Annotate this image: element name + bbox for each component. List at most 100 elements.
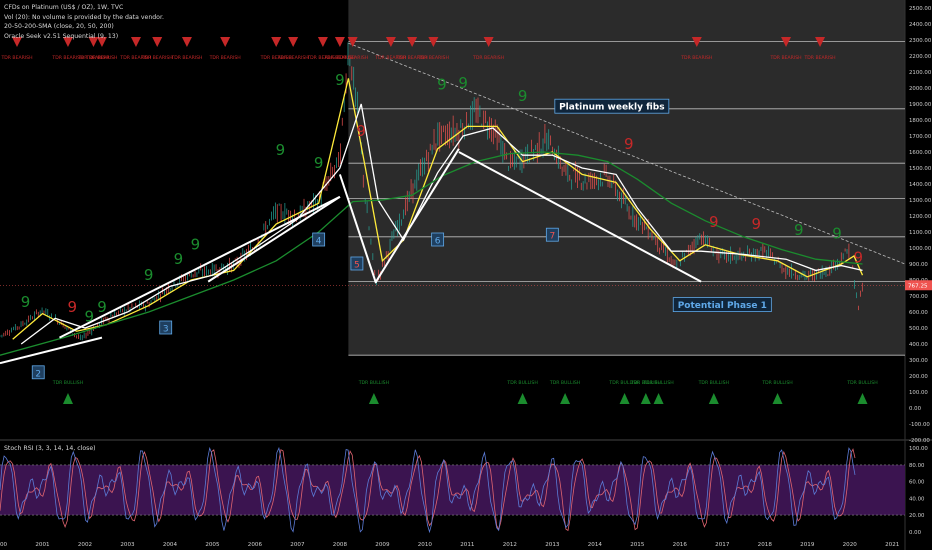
td-bullish-marker	[560, 393, 571, 404]
price-tick-label: 200.00	[909, 374, 928, 380]
price-tick-label: 1600.00	[909, 150, 932, 156]
time-tick-label: 2017	[715, 542, 730, 548]
time-tick-label: 2005	[205, 542, 220, 548]
td-bullish-label: TDR BULLISH	[358, 380, 389, 386]
trend-line-3	[59, 195, 341, 339]
price-tick-label: 1000.00	[909, 246, 932, 252]
rsi-tick-label: 40.00	[909, 496, 925, 502]
sequential-nine: 9	[794, 221, 804, 239]
time-tick-label: 2015	[630, 542, 645, 548]
price-tick-label: 2200.00	[909, 54, 932, 60]
td-bullish-label: TDR BULLISH	[549, 380, 580, 386]
td-bullish-marker	[708, 393, 719, 404]
annotation-potential-phase-1: Potential Phase 1	[678, 301, 767, 311]
price-tick-label: 2000.00	[909, 86, 932, 92]
price-tick-label: 600.00	[909, 310, 928, 316]
chart-root: 2500.00 2400.00 2300.00 2200.00 2100.00 2000.…	[0, 0, 932, 550]
rsi-tick-label: 20.00	[909, 513, 925, 519]
sequential-nine: 9	[67, 298, 77, 316]
time-tick-label: 2006	[248, 542, 263, 548]
rsi-tick-label: 80.00	[909, 463, 925, 469]
legend-sma[interactable]: 20-50-200-SMA (close, 20, 50, 200)	[4, 22, 164, 32]
sequential-nine: 9	[84, 308, 94, 326]
wave-label-2: 2	[35, 369, 41, 379]
sequential-nine: 9	[853, 248, 863, 266]
td-bearish-label: TDR BEARISH	[209, 55, 241, 61]
wave-label-4: 4	[316, 237, 322, 247]
sequential-nine: 9	[437, 76, 447, 94]
price-tick-label: 1100.00	[909, 230, 932, 236]
wave-label-6: 6	[435, 237, 441, 247]
time-tick-label: 2012	[503, 542, 517, 548]
wave-label-7: 7	[549, 232, 555, 242]
time-tick-label: 2000	[0, 542, 8, 548]
price-tick-label: 1800.00	[909, 118, 932, 124]
price-tick-label: 1400.00	[909, 182, 932, 188]
last-price-label: 767.25	[908, 284, 928, 290]
time-tick-label: 2019	[800, 542, 815, 548]
sequential-nine: 9	[624, 135, 634, 153]
legend-symbol[interactable]: CFDs on Platinum (US$ / OZ), 1W, TVC	[4, 3, 164, 13]
time-tick-label: 2021	[885, 542, 900, 548]
price-tick-label: 1200.00	[909, 214, 932, 220]
price-tick-label: 700.00	[909, 294, 928, 300]
td-bearish-label: TDR BEARISH	[680, 55, 712, 61]
td-bullish-label: TDR BULLISH	[642, 380, 673, 386]
td-bullish-label: TDR BULLISH	[698, 380, 729, 386]
stoch-rsi-legend[interactable]: Stoch RSI (3, 3, 14, 14, close)	[4, 445, 96, 452]
sequential-nine: 9	[458, 74, 468, 92]
rsi-tick-label: 0.00	[909, 530, 922, 536]
td-bullish-marker	[640, 393, 651, 404]
wave-label-3: 3	[163, 325, 169, 335]
td-bullish-label: TDR BULLISH	[506, 380, 537, 386]
shaded-region	[348, 0, 905, 356]
time-tick-label: 2003	[120, 542, 135, 548]
sequential-nine: 9	[191, 236, 201, 254]
time-tick-label: 2018	[758, 542, 773, 548]
price-tick-label: 1900.00	[909, 102, 932, 108]
chart-legend: CFDs on Platinum (US$ / OZ), 1W, TVC Vol…	[4, 3, 164, 41]
time-tick-label: 2001	[35, 542, 50, 548]
price-tick-label: 300.00	[909, 358, 928, 364]
td-bullish-label: TDR BULLISH	[846, 380, 877, 386]
td-bearish-label: TDR BEARISH	[170, 55, 202, 61]
time-tick-label: 2011	[460, 542, 475, 548]
price-tick-label: 1300.00	[909, 198, 932, 204]
td-bearish-label: TDR BEARISH	[769, 55, 801, 61]
td-bearish-marker	[317, 37, 328, 47]
time-tick-label: 2020	[843, 542, 858, 548]
rsi-tick-label: 60.00	[909, 480, 925, 486]
td-bearish-label: TDR BEARISH	[472, 55, 504, 61]
td-bullish-marker	[619, 393, 630, 404]
legend-volume[interactable]: Vol (20): No volume is provided by the d…	[4, 13, 164, 23]
td-bearish-marker	[288, 37, 299, 47]
td-bullish-marker	[857, 393, 868, 404]
rsi-tick-label: 100.00	[909, 446, 928, 452]
td-bullish-marker	[368, 393, 379, 404]
sequential-nine: 9	[97, 298, 107, 316]
time-tick-label: 2009	[375, 542, 390, 548]
price-tick-label: 400.00	[909, 342, 928, 348]
td-bearish-label: TDR BEARISH	[141, 55, 173, 61]
td-bearish-marker	[334, 37, 345, 47]
price-tick-label: 2500.00	[909, 6, 932, 12]
td-bearish-marker	[271, 37, 282, 47]
time-tick-label: 2014	[588, 542, 603, 548]
sequential-nine: 9	[335, 71, 345, 89]
td-bearish-marker	[181, 37, 192, 47]
time-tick-label: 2004	[163, 542, 178, 548]
time-tick-label: 2016	[673, 542, 688, 548]
wave-label-5: 5	[354, 261, 360, 271]
sequential-nine: 9	[709, 213, 719, 231]
price-tick-label: 0.00	[909, 406, 922, 412]
legend-sequential[interactable]: Oracle Seek v2.51 Sequential (9, 13)	[4, 32, 164, 42]
td-bearish-label: TDR BEARISH	[0, 55, 32, 61]
price-tick-label: -100.00	[909, 422, 930, 428]
sequential-nine: 9	[752, 215, 762, 233]
price-tick-label: 100.00	[909, 390, 928, 396]
price-chart[interactable]: 2500.002400.002300.002200.002100.002000.…	[0, 0, 932, 550]
sequential-nine: 9	[174, 250, 184, 268]
stoch-rsi-band	[0, 464, 905, 516]
td-bearish-label: TDR BEARISH	[417, 55, 449, 61]
sequential-nine: 9	[518, 87, 528, 105]
